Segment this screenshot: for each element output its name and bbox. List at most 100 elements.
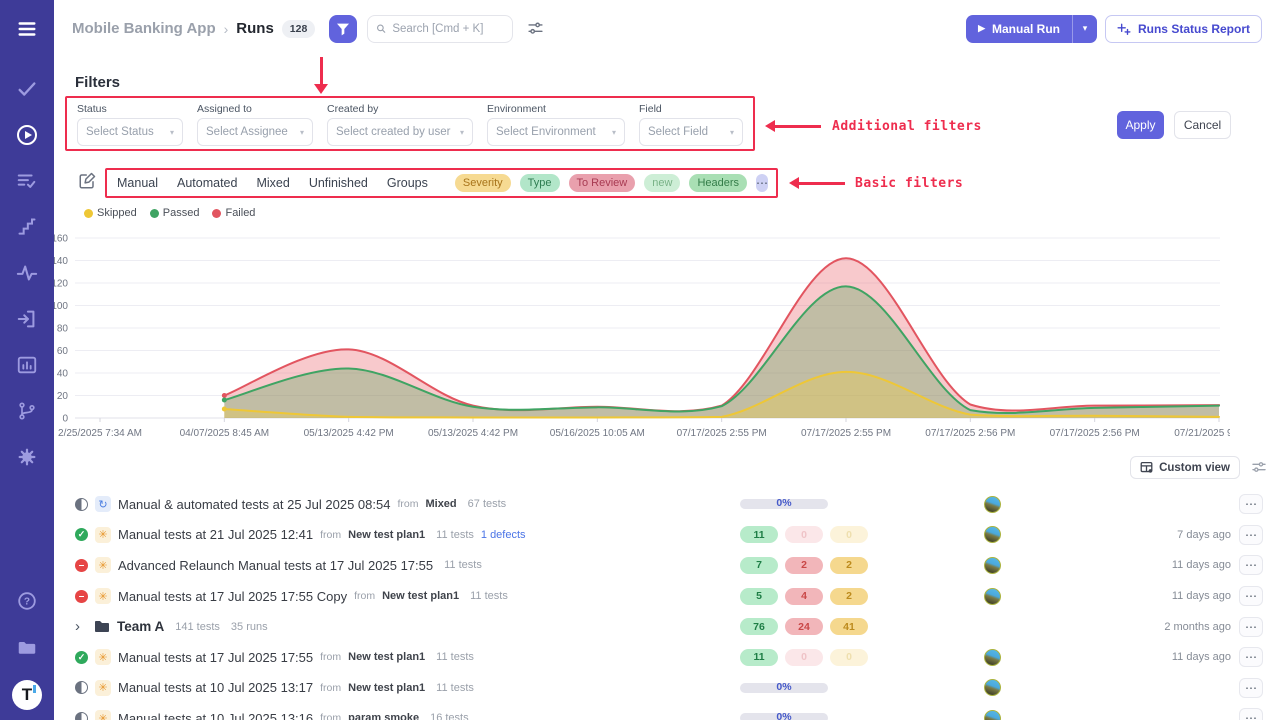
filter-tag-new[interactable]: new bbox=[644, 174, 680, 192]
settings-icon[interactable] bbox=[14, 444, 40, 470]
run-row[interactable]: – ✳ Advanced Relaunch Manual tests at 17… bbox=[75, 550, 1265, 581]
run-time: 11 days ago bbox=[1013, 590, 1239, 602]
row-menu-button[interactable]: ⋯ bbox=[1239, 647, 1263, 667]
breadcrumb-page[interactable]: Runs bbox=[236, 20, 274, 37]
run-row[interactable]: ✳ Manual tests at 10 Jul 2025 13:17 from… bbox=[75, 673, 1265, 704]
row-menu-button[interactable]: ⋯ bbox=[1239, 678, 1263, 698]
filter-label: Field bbox=[639, 103, 743, 115]
passed-count-pill: 11 bbox=[740, 526, 778, 543]
run-row[interactable]: ✳ Manual tests at 10 Jul 2025 13:16 from… bbox=[75, 703, 1265, 720]
search-input[interactable] bbox=[392, 23, 504, 35]
branches-icon[interactable] bbox=[14, 398, 40, 424]
compose-filter-icon[interactable] bbox=[78, 172, 96, 190]
run-title[interactable]: Manual tests at 17 Jul 2025 17:55 Copy bbox=[118, 589, 347, 604]
svg-text:40: 40 bbox=[57, 369, 69, 380]
run-tests-count: 11 tests bbox=[444, 559, 482, 571]
runs-icon[interactable] bbox=[14, 122, 40, 148]
reports-icon[interactable] bbox=[14, 352, 40, 378]
from-label: from bbox=[354, 590, 375, 602]
run-title[interactable]: Manual tests at 10 Jul 2025 13:16 bbox=[118, 711, 313, 720]
help-icon[interactable]: ? bbox=[14, 588, 40, 614]
run-plan-name: param smoke bbox=[348, 712, 419, 720]
plans-icon[interactable] bbox=[14, 168, 40, 194]
chevron-down-icon: ▾ bbox=[612, 128, 616, 137]
steps-icon[interactable] bbox=[14, 214, 40, 240]
runs-list: ↻ Manual & automated tests at 25 Jul 202… bbox=[75, 489, 1265, 720]
run-plan-name: New test plan1 bbox=[382, 590, 459, 602]
tasks-icon[interactable] bbox=[14, 76, 40, 102]
assignee-select[interactable]: Select Assignee▾ bbox=[197, 118, 313, 146]
status-select[interactable]: Select Status ▾ bbox=[77, 118, 183, 146]
row-menu-button[interactable]: ⋯ bbox=[1239, 617, 1263, 637]
created-by-select[interactable]: Select created by user▾ bbox=[327, 118, 473, 146]
manual-run-icon: ✳ bbox=[95, 710, 111, 720]
row-menu-button[interactable]: ⋯ bbox=[1239, 586, 1263, 606]
tab-automated[interactable]: Automated bbox=[177, 176, 237, 190]
filter-funnel-button[interactable] bbox=[329, 15, 357, 43]
expand-chevron-icon[interactable]: › bbox=[75, 621, 87, 633]
row-menu-button[interactable]: ⋯ bbox=[1239, 708, 1263, 720]
search-box[interactable] bbox=[367, 15, 513, 43]
breadcrumb-project[interactable]: Mobile Banking App bbox=[72, 20, 216, 37]
projects-icon[interactable] bbox=[14, 634, 40, 660]
search-settings-icon[interactable] bbox=[527, 20, 544, 37]
manual-run-icon: ✳ bbox=[95, 680, 111, 696]
filter-tag-severity[interactable]: Severity bbox=[455, 174, 511, 192]
tab-unfinished[interactable]: Unfinished bbox=[309, 176, 368, 190]
group-title[interactable]: Team A bbox=[117, 619, 164, 634]
defects-link[interactable]: 1 defects bbox=[481, 529, 526, 541]
from-label: from bbox=[320, 529, 341, 541]
run-plan-name: New test plan1 bbox=[348, 682, 425, 694]
runs-status-report-button[interactable]: Runs Status Report bbox=[1105, 15, 1262, 43]
custom-view-button[interactable]: Custom view bbox=[1130, 456, 1240, 479]
filter-label: Environment bbox=[487, 103, 625, 115]
app-logo[interactable]: T bbox=[12, 680, 42, 710]
row-menu-button[interactable]: ⋯ bbox=[1239, 494, 1263, 514]
run-title[interactable]: Manual tests at 17 Jul 2025 17:55 bbox=[118, 650, 313, 665]
filter-tag-headers[interactable]: Headers bbox=[689, 174, 747, 192]
run-tests-count: 11 tests bbox=[436, 529, 474, 541]
run-title[interactable]: Manual tests at 21 Jul 2025 12:41 bbox=[118, 527, 313, 542]
select-placeholder: Select Status bbox=[86, 126, 154, 138]
legend-skipped: Skipped bbox=[84, 207, 137, 219]
import-icon[interactable] bbox=[14, 306, 40, 332]
avatar bbox=[984, 526, 1001, 543]
manual-run-button[interactable]: ▶Manual Run ▾ bbox=[966, 15, 1097, 43]
tab-mixed[interactable]: Mixed bbox=[256, 176, 289, 190]
field-select[interactable]: Select Field▾ bbox=[639, 118, 743, 146]
list-settings-icon[interactable] bbox=[1251, 459, 1267, 475]
run-title[interactable]: Manual & automated tests at 25 Jul 2025 … bbox=[118, 497, 390, 512]
manual-run-caret[interactable]: ▾ bbox=[1073, 23, 1097, 34]
row-menu-button[interactable]: ⋯ bbox=[1239, 525, 1263, 545]
apply-button[interactable]: Apply bbox=[1117, 111, 1164, 139]
svg-text:05/13/2025 4:42 PM: 05/13/2025 4:42 PM bbox=[428, 428, 518, 439]
filter-tag-to-review[interactable]: To Review bbox=[569, 174, 636, 192]
filter-field-assigned: Assigned to Select Assignee▾ bbox=[197, 103, 313, 146]
avatar bbox=[984, 710, 1001, 720]
group-row[interactable]: › Team A 141 tests 35 runs 76 24 41 2 mo… bbox=[75, 611, 1265, 642]
run-progress: 0% bbox=[740, 713, 828, 720]
run-row[interactable]: ↻ Manual & automated tests at 25 Jul 202… bbox=[75, 489, 1265, 520]
failed-count-pill: 2 bbox=[785, 557, 823, 574]
run-row[interactable]: ✓ ✳ Manual tests at 21 Jul 2025 12:41 fr… bbox=[75, 520, 1265, 551]
tab-manual[interactable]: Manual bbox=[117, 176, 158, 190]
filter-tag-type[interactable]: Type bbox=[520, 174, 560, 192]
filters-heading: Filters bbox=[75, 74, 120, 91]
run-row[interactable]: – ✳ Manual tests at 17 Jul 2025 17:55 Co… bbox=[75, 581, 1265, 612]
more-tags-button[interactable]: ⋯ bbox=[756, 174, 768, 192]
run-title[interactable]: Manual tests at 10 Jul 2025 13:17 bbox=[118, 680, 313, 695]
passed-count-pill: 5 bbox=[740, 588, 778, 605]
environment-select[interactable]: Select Environment▾ bbox=[487, 118, 625, 146]
run-title[interactable]: Advanced Relaunch Manual tests at 17 Jul… bbox=[118, 558, 433, 573]
run-plan-name: New test plan1 bbox=[348, 651, 425, 663]
cancel-button[interactable]: Cancel bbox=[1174, 111, 1231, 139]
menu-icon[interactable] bbox=[14, 16, 40, 42]
run-row[interactable]: ✓ ✳ Manual tests at 17 Jul 2025 17:55 fr… bbox=[75, 642, 1265, 673]
analytics-icon[interactable] bbox=[14, 260, 40, 286]
chevron-down-icon: ▾ bbox=[170, 128, 174, 137]
passed-count-pill: 11 bbox=[740, 649, 778, 666]
status-passed-icon: ✓ bbox=[75, 651, 88, 664]
row-menu-button[interactable]: ⋯ bbox=[1239, 555, 1263, 575]
tab-groups[interactable]: Groups bbox=[387, 176, 428, 190]
svg-text:60: 60 bbox=[57, 346, 69, 357]
